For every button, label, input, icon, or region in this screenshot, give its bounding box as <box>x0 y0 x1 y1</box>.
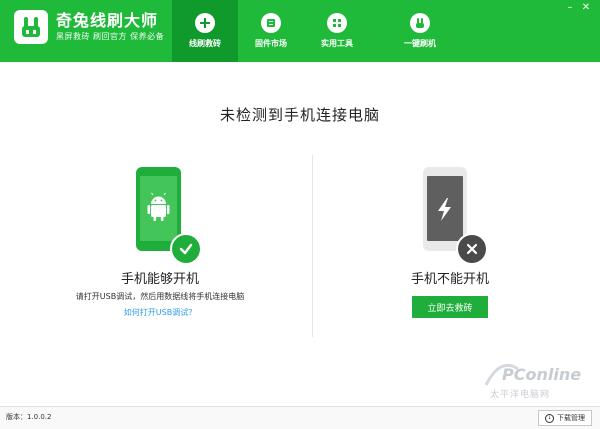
rabbit-logo-icon <box>14 10 48 44</box>
vertical-divider <box>312 155 313 337</box>
window-controls: – ✕ <box>564 2 592 14</box>
rescue-now-button[interactable]: 立即去救砖 <box>412 296 488 318</box>
header-bar: 奇兔线刷大师 黑屏救砖 刷回官方 保养必备 线刷救砖 固件市场 实用工具 一键刷… <box>0 0 600 62</box>
download-icon: ↓ <box>545 413 554 423</box>
watermark-text: PConline <box>502 365 582 384</box>
usb-debug-hint: 请打开USB调试，然后用数据线将手机连接电脑 <box>75 292 245 301</box>
rom-icon <box>261 13 281 33</box>
app-logo-area: 奇兔线刷大师 黑屏救砖 刷回官方 保养必备 <box>14 10 164 44</box>
app-title: 奇兔线刷大师 <box>56 11 159 30</box>
page-title: 未检测到手机连接电脑 <box>219 106 380 124</box>
tab-rom-market[interactable]: 固件市场 <box>238 0 304 62</box>
tab-label: 线刷救砖 <box>189 39 221 48</box>
tab-tools[interactable]: 实用工具 <box>304 0 370 62</box>
pconline-watermark: PConline 太平洋电脑网 <box>480 355 590 405</box>
phone-can-boot-title: 手机能够开机 <box>120 272 199 287</box>
download-manager-button[interactable]: ↓ 下载管理 <box>538 410 592 426</box>
phone-cannot-boot-title: 手机不能开机 <box>410 272 489 287</box>
plus-icon <box>195 13 215 33</box>
grid-icon <box>327 13 347 33</box>
tab-label: 一键刷机 <box>404 39 436 48</box>
check-icon <box>170 233 202 265</box>
watermark-subtext: 太平洋电脑网 <box>490 390 551 400</box>
how-to-enable-usb-debug-link[interactable]: 如何打开USB调试？ <box>100 307 220 318</box>
version-label: 版本：1.0.0.2 <box>6 413 52 421</box>
tab-label: 固件市场 <box>255 39 287 48</box>
main-nav: 线刷救砖 固件市场 实用工具 一键刷机 <box>172 0 470 62</box>
minimize-icon[interactable]: – <box>564 2 576 14</box>
rabbit-icon <box>410 13 430 33</box>
download-manager-label: 下载管理 <box>557 414 585 422</box>
x-icon <box>456 233 488 265</box>
app-tagline: 黑屏救砖 刷回官方 保养必备 <box>56 32 165 41</box>
close-icon[interactable]: ✕ <box>580 2 592 14</box>
tab-label: 实用工具 <box>321 39 353 48</box>
tab-flash-rescue[interactable]: 线刷救砖 <box>172 0 238 62</box>
status-bar: 版本：1.0.0.2 ↓ 下载管理 <box>0 406 600 429</box>
tab-one-click-flash[interactable]: 一键刷机 <box>370 0 470 62</box>
